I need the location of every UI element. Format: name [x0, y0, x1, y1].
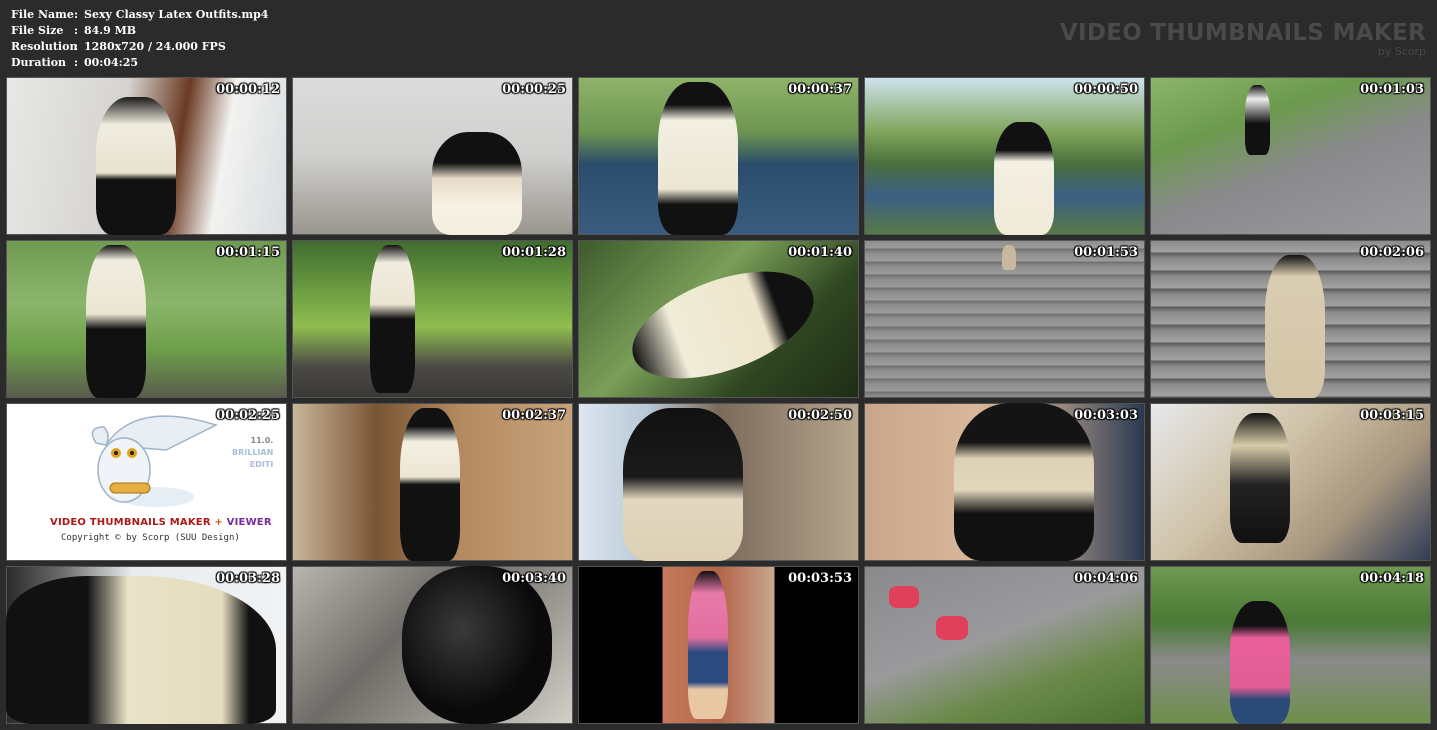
scene-figure	[370, 245, 415, 393]
software-logo-thumbnail[interactable]: 11.0. BRILLIAN EDITI VIDEO THUMBNAILS MA…	[6, 403, 287, 561]
file-name-row: File Name : Sexy Classy Latex Outfits.mp…	[11, 7, 268, 23]
brand-title: VIDEO THUMBNAILS MAKER	[1059, 20, 1426, 46]
timestamp: 00:00:25	[502, 82, 566, 97]
resolution-value: 1280x720 / 24.000 FPS	[84, 40, 226, 53]
timestamp: 00:02:50	[788, 408, 852, 423]
timestamp: 00:02:37	[502, 408, 566, 423]
scene-figure	[1265, 255, 1325, 398]
thumbnail[interactable]: 00:01:15	[6, 240, 287, 398]
scene-figure	[688, 571, 728, 719]
file-size-row: File Size : 84.9 MB	[11, 23, 268, 39]
thumbnail[interactable]: 00:00:25	[292, 77, 573, 235]
scene-figure	[432, 132, 522, 235]
scene-figure	[1230, 601, 1290, 724]
scene-figure	[889, 586, 919, 608]
thumbnail[interactable]: 00:00:50	[864, 77, 1145, 235]
version-label: 11.0.	[250, 436, 274, 445]
file-size-value: 84.9 MB	[84, 24, 137, 37]
logo-title-part1: VIDEO THUMBNAILS MAKER	[50, 517, 211, 528]
thumbnail[interactable]: 00:00:37	[578, 77, 859, 235]
timestamp: 00:00:12	[216, 82, 280, 97]
scene-figure	[402, 566, 552, 724]
timestamp: 00:02:25	[216, 408, 280, 423]
duration-row: Duration : 00:04:25	[11, 55, 268, 71]
separator: :	[74, 40, 79, 53]
thumbnail[interactable]: 00:03:53	[578, 566, 859, 724]
scene-figure	[954, 403, 1094, 561]
duration-label: Duration	[11, 56, 67, 69]
file-name-value: Sexy Classy Latex Outfits.mp4	[84, 8, 269, 21]
logo-title-plus: +	[210, 517, 227, 528]
scene-figure	[936, 616, 968, 640]
logo-copyright: Copyright © by Scorp (SUU Design)	[61, 533, 240, 543]
scene-figure	[1002, 245, 1016, 270]
file-info-panel: File Name : Sexy Classy Latex Outfits.mp…	[11, 7, 268, 71]
scene-figure	[1230, 413, 1290, 543]
scene-figure	[6, 576, 276, 724]
timestamp: 00:01:15	[216, 245, 280, 260]
timestamp: 00:01:28	[502, 245, 566, 260]
scene-figure	[994, 122, 1054, 235]
thumbnail[interactable]: 00:03:40	[292, 566, 573, 724]
logo-title-part2: VIEWER	[226, 517, 272, 528]
timestamp: 00:01:53	[1074, 245, 1138, 260]
thumbnail[interactable]: 00:01:53	[864, 240, 1145, 398]
separator: :	[74, 56, 79, 69]
resolution-label: Resolution	[11, 40, 78, 53]
resolution-row: Resolution : 1280x720 / 24.000 FPS	[11, 39, 268, 55]
thumbnail[interactable]: 00:03:15	[1150, 403, 1431, 561]
scene-figure	[96, 97, 176, 235]
scene-figure	[658, 82, 738, 235]
logo-title: VIDEO THUMBNAILS MAKER + VIEWER	[50, 517, 272, 528]
timestamp: 00:00:50	[1074, 82, 1138, 97]
timestamp: 00:03:40	[502, 571, 566, 586]
thumbnail-grid: 00:00:12 00:00:25 00:00:37 00:00:50 00:0…	[6, 77, 1431, 724]
timestamp: 00:01:03	[1360, 82, 1424, 97]
timestamp: 00:03:15	[1360, 408, 1424, 423]
timestamp: 00:04:06	[1074, 571, 1138, 586]
thumbnail[interactable]: 00:01:03	[1150, 77, 1431, 235]
thumbnail[interactable]: 00:02:37	[292, 403, 573, 561]
thumbnail[interactable]: 00:01:40	[578, 240, 859, 398]
timestamp: 00:04:18	[1360, 571, 1424, 586]
timestamp: 00:03:28	[216, 571, 280, 586]
scene-figure	[623, 408, 743, 561]
thumbnail[interactable]: 00:00:12	[6, 77, 287, 235]
duration-value: 00:04:25	[84, 56, 139, 69]
timestamp: 00:00:37	[788, 82, 852, 97]
edition-line1: BRILLIAN	[232, 448, 274, 457]
thumbnail[interactable]: 00:03:28	[6, 566, 287, 724]
edition-badge: 11.0. BRILLIAN EDITI	[232, 435, 273, 471]
timestamp: 00:03:53	[788, 571, 852, 586]
scene-figure	[400, 408, 460, 561]
thumbnail[interactable]: 00:04:18	[1150, 566, 1431, 724]
scene-figure	[86, 245, 146, 398]
thumbnail[interactable]: 00:04:06	[864, 566, 1145, 724]
brand-subtitle: by Scorp	[1377, 45, 1426, 58]
timestamp: 00:02:06	[1360, 245, 1424, 260]
scene-figure	[1245, 85, 1270, 155]
file-name-label: File Name	[11, 8, 74, 21]
timestamp: 00:01:40	[788, 245, 852, 260]
thumbnail[interactable]: 00:03:03	[864, 403, 1145, 561]
timestamp: 00:03:03	[1074, 408, 1138, 423]
thumbnail[interactable]: 00:01:28	[292, 240, 573, 398]
thumbnail[interactable]: 00:02:06	[1150, 240, 1431, 398]
file-size-label: File Size	[11, 24, 64, 37]
owl-logo-icon	[91, 415, 218, 507]
separator: :	[74, 24, 79, 37]
brand-watermark: VIDEO THUMBNAILS MAKER by Scorp	[1060, 20, 1426, 58]
separator: :	[74, 8, 79, 21]
scene-figure	[618, 250, 828, 398]
thumbnail[interactable]: 00:02:50	[578, 403, 859, 561]
edition-line2: EDITI	[249, 460, 274, 469]
